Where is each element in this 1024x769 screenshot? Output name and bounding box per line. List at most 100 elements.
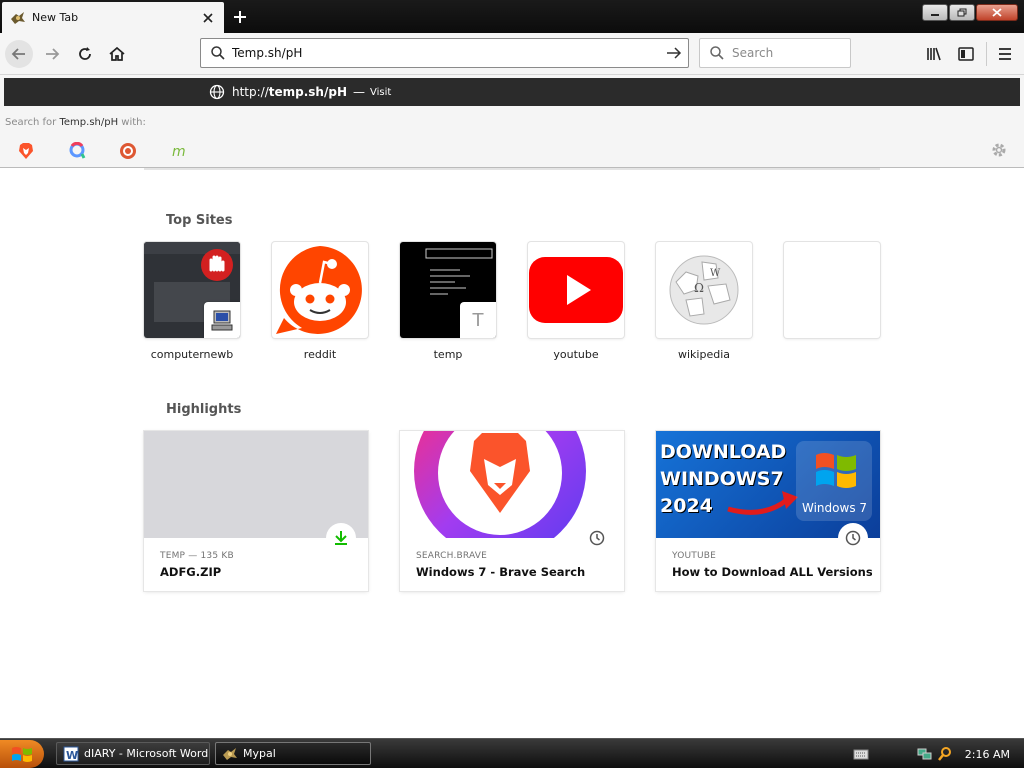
brave-lion-logo-icon xyxy=(414,431,586,538)
highlight-title: How to Download ALL Versions ... xyxy=(672,565,872,579)
top-site-empty[interactable] xyxy=(784,242,880,348)
start-button[interactable] xyxy=(0,740,44,768)
highlight-card-youtube[interactable]: DOWNLOAD WINDOWS7 2024 Windows 7 YOUTUBE… xyxy=(656,431,880,591)
sidebar-toggle-button[interactable] xyxy=(952,40,980,68)
toolbar-separator xyxy=(986,42,987,66)
top-site-label: youtube xyxy=(553,348,599,361)
word-icon: W xyxy=(63,746,79,762)
stop-hand-icon xyxy=(201,249,233,281)
search-input[interactable] xyxy=(732,46,842,60)
highlight-card-brave-search[interactable]: SEARCH.BRAVE Windows 7 - Brave Search xyxy=(400,431,624,591)
reddit-logo-icon xyxy=(276,246,362,334)
top-site-reddit[interactable]: reddit xyxy=(272,242,368,361)
qwant-icon[interactable] xyxy=(67,141,87,161)
duckduckgo-icon[interactable] xyxy=(118,141,138,161)
restore-window-button[interactable] xyxy=(949,4,975,21)
mojeek-icon[interactable]: m xyxy=(169,141,189,161)
highlight-source: TEMP — 135 KB xyxy=(160,551,234,561)
library-icon xyxy=(927,47,941,61)
library-button[interactable] xyxy=(920,40,948,68)
navigation-toolbar xyxy=(0,33,1024,75)
close-tab-icon[interactable] xyxy=(198,8,218,28)
url-input[interactable] xyxy=(232,46,652,60)
search-settings-gear-icon[interactable] xyxy=(990,141,1008,159)
thumb-windows7-label: Windows 7 xyxy=(802,501,868,515)
windows-start-icon xyxy=(12,747,32,762)
highlight-title: Windows 7 - Brave Search xyxy=(416,565,586,579)
tab-new-tab[interactable]: New Tab xyxy=(2,2,224,33)
reload-button[interactable] xyxy=(71,40,99,68)
highlight-thumbnail xyxy=(400,431,624,538)
go-arrow-icon[interactable] xyxy=(664,44,684,62)
suggestion-row-visit[interactable]: http://temp.sh/pH — Visit xyxy=(4,78,1020,106)
taskbar-item-label: dIARY - Microsoft Word xyxy=(84,747,209,760)
mypal-favicon-icon xyxy=(10,10,26,26)
suggestion-action: Visit xyxy=(370,86,392,98)
keyboard-icon[interactable] xyxy=(853,748,869,760)
highlight-card-adfg[interactable]: TEMP — 135 KB ADFG.ZIP xyxy=(144,431,368,591)
taskbar-clock[interactable]: 2:16 AM xyxy=(965,748,1010,761)
taskbar-item-word[interactable]: W dIARY - Microsoft Word xyxy=(56,742,210,765)
top-site-label: wikipedia xyxy=(677,348,730,361)
thumb-text-line1: DOWNLOAD xyxy=(660,441,787,463)
taskbar-item-label: Mypal xyxy=(243,747,276,760)
top-site-computernewb[interactable]: computernewb xyxy=(144,242,240,361)
top-sites-heading: Top Sites xyxy=(166,213,233,228)
new-tab-plus-icon[interactable] xyxy=(229,6,251,28)
top-site-label: computernewb xyxy=(150,348,234,361)
highlight-title: ADFG.ZIP xyxy=(160,565,222,579)
globe-icon xyxy=(209,84,225,100)
computer-favicon-icon xyxy=(204,302,240,338)
reload-icon xyxy=(79,47,91,60)
wikipedia-globe-icon: Ω W xyxy=(669,255,739,325)
temp-letter-favicon: T xyxy=(460,302,496,338)
youtube-logo-icon xyxy=(529,257,623,323)
highlights-heading: Highlights xyxy=(166,402,242,417)
sidebar-icon xyxy=(958,47,974,61)
mypal-icon xyxy=(222,746,238,762)
top-site-label: reddit xyxy=(303,348,337,361)
url-bar[interactable] xyxy=(200,38,689,68)
svg-text:m: m xyxy=(172,144,186,160)
search-tray-icon[interactable] xyxy=(937,746,953,762)
window-controls xyxy=(922,4,1018,21)
brave-icon[interactable] xyxy=(16,141,36,161)
highlight-thumbnail xyxy=(144,431,368,538)
tab-title: New Tab xyxy=(32,11,79,24)
svg-text:W: W xyxy=(710,268,721,279)
top-site-youtube[interactable]: youtube xyxy=(528,242,624,361)
system-tray: 2:16 AM xyxy=(853,739,1024,769)
highlight-thumbnail: DOWNLOAD WINDOWS7 2024 Windows 7 xyxy=(656,431,880,538)
top-site-wikipedia[interactable]: Ω W wikipedia xyxy=(656,242,752,361)
menu-button[interactable] xyxy=(991,40,1019,68)
network-icon[interactable] xyxy=(917,746,933,762)
taskbar-item-mypal[interactable]: Mypal xyxy=(215,742,371,765)
hamburger-menu-icon xyxy=(999,48,1011,60)
search-icon xyxy=(710,46,724,60)
search-for-label: Search for Temp.sh/pH with: xyxy=(5,117,146,128)
svg-text:W: W xyxy=(66,749,78,762)
home-icon xyxy=(109,46,125,61)
url-autocomplete-popup: http://temp.sh/pH — Visit Search for Tem… xyxy=(0,75,1024,168)
svg-text:Ω: Ω xyxy=(694,281,704,295)
tab-strip: New Tab xyxy=(0,0,1024,33)
history-clock-icon xyxy=(582,523,612,553)
top-site-label: temp xyxy=(433,348,463,361)
forward-arrow-icon xyxy=(46,48,60,60)
top-site-temp[interactable]: T temp xyxy=(400,242,496,361)
highlight-source: SEARCH.BRAVE xyxy=(416,551,488,561)
close-window-button[interactable] xyxy=(976,4,1018,21)
minimize-window-button[interactable] xyxy=(922,4,948,21)
back-button[interactable] xyxy=(5,40,33,68)
forward-button[interactable] xyxy=(38,40,66,68)
download-icon xyxy=(326,523,356,553)
search-icon xyxy=(211,46,225,60)
content-divider xyxy=(144,168,880,170)
suggestion-separator: — xyxy=(353,85,365,99)
back-arrow-icon xyxy=(11,48,25,60)
windows-logo-icon xyxy=(816,453,856,488)
search-bar[interactable] xyxy=(699,38,851,68)
history-clock-icon xyxy=(838,523,868,553)
home-button[interactable] xyxy=(103,40,131,68)
suggestion-url: http://temp.sh/pH xyxy=(232,85,347,99)
